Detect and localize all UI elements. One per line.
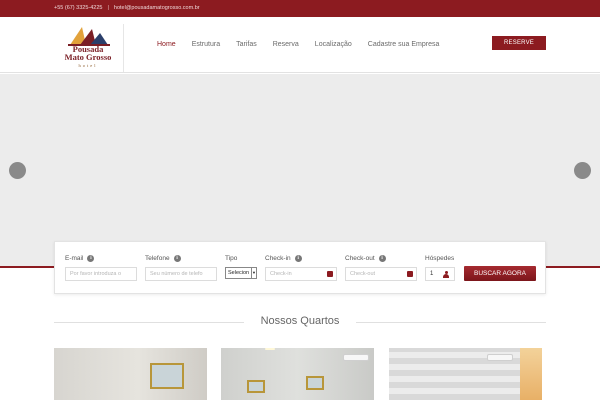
- type-select-value: Selecion: [228, 270, 250, 276]
- reserve-now-button[interactable]: RESERVE AGORA: [492, 36, 546, 60]
- email-input[interactable]: [65, 267, 137, 281]
- search-now-button[interactable]: BUSCAR AGORA: [464, 266, 536, 281]
- type-field-group: Tipo Selecion ▼: [225, 254, 257, 279]
- guests-value: 1: [430, 271, 434, 277]
- info-icon[interactable]: i: [294, 255, 302, 262]
- divider-right: [356, 322, 546, 323]
- rooms-section-header: Nossos Quartos: [54, 313, 546, 333]
- calendar-icon[interactable]: [407, 271, 413, 277]
- air-conditioner: [343, 354, 369, 361]
- guests-field-group: Hóspedes 1: [425, 254, 455, 281]
- logo-text: Pousada Mato Grosso hotel: [56, 45, 120, 70]
- guests-label-text: Hóspedes: [425, 255, 455, 262]
- room-window: [520, 348, 542, 400]
- checkout-label: Check-out i: [345, 254, 417, 263]
- type-select[interactable]: Selecion ▼: [225, 267, 257, 279]
- room-card-3[interactable]: [389, 348, 542, 400]
- phone-field-group: Telefone i: [145, 254, 217, 281]
- user-icon: [443, 270, 449, 278]
- room-card-2[interactable]: [221, 348, 374, 400]
- calendar-icon[interactable]: [327, 271, 333, 277]
- top-contact-bar: +55 (67) 3325-4225 | hotel@pousadamatogr…: [0, 0, 600, 17]
- info-icon[interactable]: i: [378, 255, 386, 262]
- room-picture-frame: [247, 380, 265, 393]
- nav-item-cadastre-empresa[interactable]: Cadastre sua Empresa: [368, 41, 440, 48]
- checkin-label: Check-in i: [265, 254, 337, 263]
- info-icon[interactable]: i: [87, 255, 95, 262]
- guests-input[interactable]: 1: [425, 267, 455, 281]
- slider-prev-icon[interactable]: [9, 162, 26, 179]
- booking-form: E-mail i Telefone i Tipo Selecion ▼ Chec…: [54, 241, 546, 294]
- phone-label: Telefone i: [145, 254, 217, 263]
- contact-phone: +55 (67) 3325-4225: [54, 5, 103, 11]
- ceiling-lamp: [265, 348, 275, 350]
- contact-separator: |: [107, 5, 109, 11]
- room-picture-frame: [150, 363, 184, 389]
- site-header: Pousada Mato Grosso hotel Home Estrutura…: [0, 17, 600, 73]
- site-logo[interactable]: Pousada Mato Grosso hotel: [54, 24, 124, 72]
- email-label: E-mail i: [65, 254, 137, 263]
- checkin-wrap: [265, 267, 337, 281]
- nav-item-localizacao[interactable]: Localização: [315, 41, 352, 48]
- room-picture-frame: [306, 376, 324, 390]
- email-field-group: E-mail i: [65, 254, 137, 281]
- checkout-wrap: [345, 267, 417, 281]
- type-label-text: Tipo: [225, 255, 238, 262]
- nav-item-estrutura[interactable]: Estrutura: [192, 41, 220, 48]
- air-conditioner: [487, 354, 513, 361]
- phone-label-text: Telefone: [145, 255, 170, 262]
- phone-input[interactable]: [145, 267, 217, 281]
- slider-next-icon[interactable]: [574, 162, 591, 179]
- nav-item-tarifas[interactable]: Tarifas: [236, 41, 257, 48]
- hero-slider: [0, 74, 600, 268]
- info-icon[interactable]: i: [173, 255, 181, 262]
- checkin-label-text: Check-in: [265, 255, 291, 262]
- chevron-down-icon: ▼: [251, 268, 256, 278]
- checkout-field-group: Check-out i: [345, 254, 417, 281]
- type-label: Tipo: [225, 254, 257, 263]
- main-nav: Home Estrutura Tarifas Reserva Localizaç…: [157, 41, 455, 48]
- logo-line-3: hotel: [78, 63, 98, 68]
- nav-item-reserva[interactable]: Reserva: [273, 41, 299, 48]
- checkin-field-group: Check-in i: [265, 254, 337, 281]
- email-label-text: E-mail: [65, 255, 84, 262]
- room-card-1[interactable]: [54, 348, 207, 400]
- contact-email[interactable]: hotel@pousadamatogrosso.com.br: [114, 5, 200, 11]
- rooms-section-title: Nossos Quartos: [260, 315, 340, 327]
- guests-label: Hóspedes: [425, 254, 455, 263]
- logo-line-2: Mato Grosso: [64, 52, 112, 62]
- nav-item-home[interactable]: Home: [157, 41, 176, 48]
- checkout-label-text: Check-out: [345, 255, 375, 262]
